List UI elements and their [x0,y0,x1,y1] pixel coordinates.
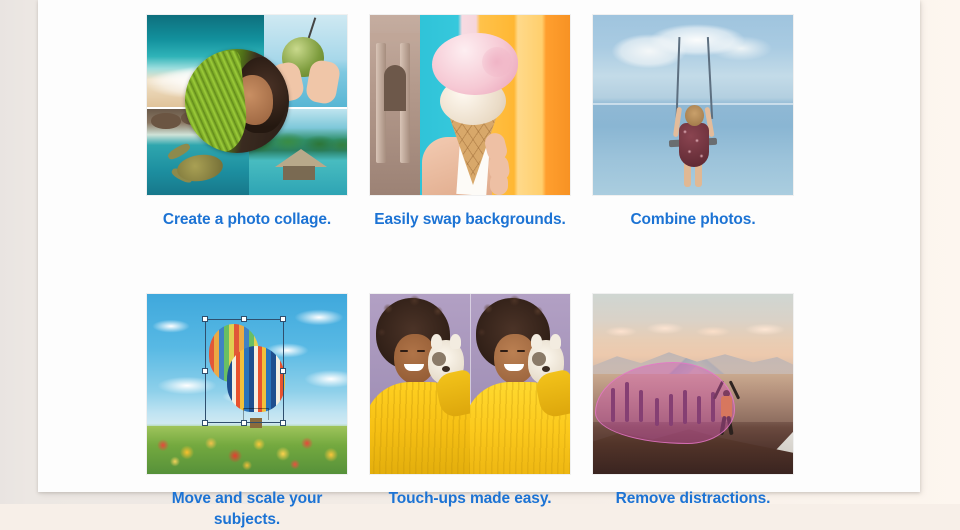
combine-photos-thumbnail[interactable] [593,15,793,195]
selection-handle-bottom-center[interactable] [241,420,247,426]
after-half [470,294,570,474]
hut-roof-shape [275,149,327,167]
puppy-patch-shape [532,352,546,366]
feature-card-move-scale[interactable]: Move and scale your subjects. [147,294,347,530]
hut-body-shape [283,166,315,180]
head-shape [685,105,704,126]
puppy-ear-shape [450,334,461,349]
move-scale-subjects-thumbnail[interactable] [147,294,347,474]
puppy-nose-shape [542,366,550,372]
feature-caption[interactable]: Combine photos. [593,209,793,230]
feature-caption[interactable]: Create a photo collage. [147,209,347,230]
photo-collage-thumbnail[interactable] [147,15,347,195]
finger-shape [490,173,508,195]
selection-handle-top-center[interactable] [241,316,247,322]
feature-caption[interactable]: Move and scale your subjects. [147,488,347,530]
feature-caption[interactable]: Touch-ups made easy. [370,488,570,509]
feature-row: Move and scale your subjects. [147,294,793,530]
circular-portrait-overlay [185,49,289,153]
palm-leaf-shape [185,50,250,153]
clouds-shape [593,318,793,344]
feature-card-remove-distractions[interactable]: Remove distractions. [593,294,793,530]
puppy-ear-shape [550,334,561,349]
arch-shape [384,65,406,111]
feature-caption[interactable]: Remove distractions. [593,488,793,509]
puppy-nose-shape [442,366,450,372]
feature-card-photo-collage[interactable]: Create a photo collage. [147,15,347,230]
cornice-shape [370,33,420,41]
selection-handle-top-right[interactable] [280,316,286,322]
strawberry-scoop-shape [432,33,518,95]
feature-caption[interactable]: Easily swap backgrounds. [370,209,570,230]
selection-handle-middle-left[interactable] [202,368,208,374]
content-panel: Create a photo collage. [38,0,920,492]
selection-handle-bottom-right[interactable] [280,420,286,426]
selection-handle-bottom-left[interactable] [202,420,208,426]
feature-card-touch-ups[interactable]: Touch-ups made easy. [370,294,570,530]
feature-row: Create a photo collage. [147,15,793,230]
puppy-ear-shape [431,334,442,349]
feature-card-combine-photos[interactable]: Combine photos. [593,15,793,230]
remove-distractions-thumbnail[interactable] [593,294,793,474]
classical-building-shape [370,15,420,195]
dress-shape [679,123,709,167]
touch-ups-thumbnail[interactable] [370,294,570,474]
rock-shape [151,113,181,129]
clouds-shape [593,19,793,89]
puppy-ear-shape [531,334,542,349]
selection-handle-middle-right[interactable] [280,368,286,374]
feature-card-swap-backgrounds[interactable]: Easily swap backgrounds. [370,15,570,230]
swap-backgrounds-thumbnail[interactable] [370,15,570,195]
feature-grid: Create a photo collage. [147,15,793,530]
puppy-patch-shape [432,352,446,366]
before-half [370,294,470,474]
selection-bounding-box[interactable] [205,319,284,423]
selection-handle-top-left[interactable] [202,316,208,322]
tulip-field-shape [147,426,347,474]
